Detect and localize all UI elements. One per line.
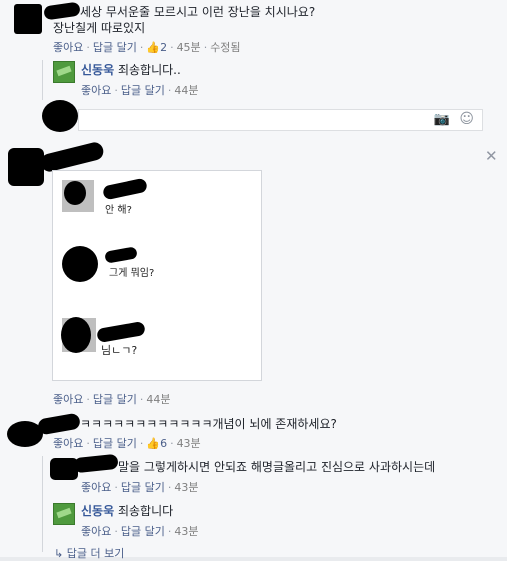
- redacted-name: [104, 246, 138, 264]
- reply-link[interactable]: 답글 달기: [121, 84, 165, 97]
- redacted-face: [62, 246, 98, 282]
- reply-link[interactable]: 답글 달기: [121, 481, 165, 494]
- avatar: [53, 61, 75, 83]
- reply-thread-line: [42, 60, 43, 100]
- reply-link[interactable]: 답글 달기: [93, 437, 137, 450]
- avatar: [53, 503, 75, 525]
- more-replies-link[interactable]: ↳ 답글 더 보기: [54, 546, 124, 561]
- reply-thread-line: [42, 456, 43, 552]
- comment-image[interactable]: 안 해? 그게 뭐임? 님ㄴㄱ?: [52, 170, 262, 381]
- timestamp[interactable]: 43분: [177, 437, 201, 450]
- thumbs-up-icon[interactable]: 👍: [146, 437, 160, 450]
- redacted-name: [43, 1, 81, 21]
- reply-link[interactable]: 답글 달기: [93, 393, 137, 406]
- emoji-icon[interactable]: ☺: [459, 112, 474, 126]
- redacted-name: [38, 140, 106, 174]
- like-link[interactable]: 좋아요: [53, 437, 83, 450]
- reply-input[interactable]: 📷 ☺: [78, 109, 483, 131]
- avatar: [42, 100, 78, 132]
- redacted-name: [36, 412, 82, 436]
- timestamp[interactable]: 44분: [174, 84, 198, 97]
- like-link[interactable]: 좋아요: [53, 393, 83, 406]
- timestamp[interactable]: 43분: [174, 481, 198, 494]
- comment-text: 세상 무서운줄 모르시고 이런 장난을 치시나요?: [80, 5, 316, 19]
- comments-panel: 세상 무서운줄 모르시고 이런 장난을 치시나요? 장난칠게 따로있지 좋아요 ·…: [0, 0, 507, 560]
- redacted-name: [96, 320, 146, 344]
- comment-actions: 좋아요 · 답글 달기 · 44분: [53, 393, 171, 406]
- redacted-face: [61, 317, 91, 353]
- close-icon[interactable]: ✕: [485, 149, 498, 164]
- timestamp[interactable]: 45분: [177, 41, 201, 54]
- like-count[interactable]: 2: [160, 41, 167, 54]
- camera-icon[interactable]: 📷: [434, 113, 450, 127]
- thumbs-up-icon[interactable]: 👍: [146, 41, 160, 54]
- chat-label: 님ㄴㄱ?: [101, 344, 138, 357]
- like-link[interactable]: 좋아요: [81, 481, 111, 494]
- comment-actions: 좋아요 · 답글 달기 · 👍2 · 45분 · 수정됨: [53, 41, 241, 54]
- like-link[interactable]: 좋아요: [81, 525, 111, 538]
- comment-text: 장난칠게 따로있지: [53, 21, 146, 35]
- like-count[interactable]: 6: [160, 437, 167, 450]
- timestamp[interactable]: 44분: [146, 393, 170, 406]
- reply-text: 신동욱 죄송합니다..: [81, 63, 181, 77]
- reply-link[interactable]: 답글 달기: [93, 41, 137, 54]
- redacted-name: [73, 453, 119, 474]
- reply-link[interactable]: 답글 달기: [121, 525, 165, 538]
- chat-label: 안 해?: [105, 205, 132, 216]
- reply-actions: 좋아요 · 답글 달기 · 43분: [81, 525, 199, 538]
- timestamp[interactable]: 43분: [174, 525, 198, 538]
- like-link[interactable]: 좋아요: [53, 41, 83, 54]
- redacted-name: [102, 177, 148, 201]
- author-name[interactable]: 신동욱: [81, 63, 114, 77]
- reply-arrow-icon: ↳: [54, 547, 64, 560]
- reply-text: 신동욱 죄송합니다: [81, 504, 174, 518]
- edited-label[interactable]: 수정됨: [210, 41, 240, 54]
- redacted-face: [64, 181, 86, 205]
- reply-actions: 좋아요 · 답글 달기 · 43분: [81, 481, 199, 494]
- avatar: [8, 148, 44, 186]
- comment-actions: 좋아요 · 답글 달기 · 👍6 · 43분: [53, 437, 201, 450]
- reply-actions: 좋아요 · 답글 달기 · 44분: [81, 84, 199, 97]
- reply-text: 말을 그렇게하시면 안되죠 해명글올리고 진심으로 사과하시는데: [118, 460, 436, 474]
- chat-label: 그게 뭐임?: [109, 268, 155, 279]
- author-name[interactable]: 신동욱: [81, 504, 114, 518]
- avatar: [14, 4, 42, 34]
- comment-text: ㅋㅋㅋㅋㅋㅋㅋㅋㅋㅋㅋㅋ개념이 뇌에 존재하세요?: [80, 417, 337, 431]
- like-link[interactable]: 좋아요: [81, 84, 111, 97]
